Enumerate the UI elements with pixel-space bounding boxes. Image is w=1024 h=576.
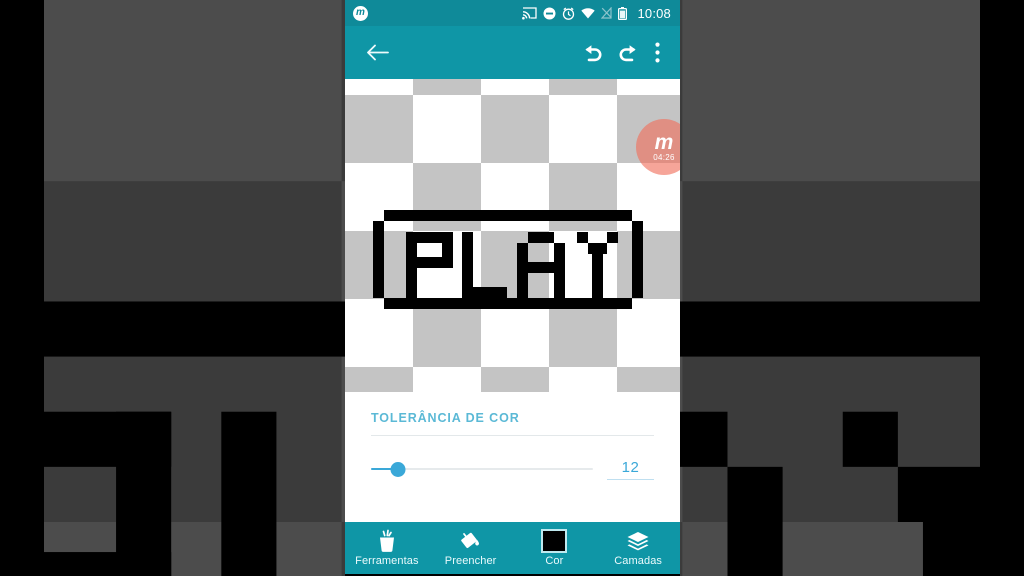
tab-label: Ferramentas — [355, 555, 419, 567]
color-tolerance-panel: TOLERÂNCIA DE COR 12 — [345, 392, 680, 522]
phone-screen: m 10:08 m 04:26 TOLERÂNCIA DE COR 12 Fer… — [345, 0, 680, 576]
redo-icon — [619, 45, 636, 62]
bottom-tab-bar: Ferramentas Preencher Cor Camadas — [345, 522, 680, 574]
tab-preencher[interactable]: Preencher — [429, 522, 513, 574]
tolerance-slider-row: 12 — [371, 458, 654, 480]
status-bar-left: m — [353, 5, 368, 21]
no-signal-icon — [601, 7, 613, 19]
paint-bucket-icon — [459, 529, 483, 553]
tolerance-value-field[interactable]: 12 — [607, 459, 654, 480]
cast-icon — [522, 6, 538, 19]
status-bar-right: 10:08 — [522, 6, 671, 21]
back-arrow-icon — [366, 44, 389, 61]
tools-cup-icon — [375, 529, 399, 553]
undo-icon — [584, 45, 601, 62]
current-color-swatch — [541, 529, 568, 553]
panel-divider — [371, 435, 654, 436]
battery-icon — [618, 6, 628, 20]
drawing-canvas[interactable]: m 04:26 — [345, 79, 680, 392]
redo-button[interactable] — [610, 35, 646, 71]
app-bar — [345, 26, 680, 79]
tolerance-value: 12 — [621, 458, 640, 476]
mobizen-badge-icon: m — [353, 5, 368, 21]
status-bar-clock: 10:08 — [637, 5, 671, 21]
tab-label: Cor — [545, 555, 564, 567]
alarm-icon — [563, 6, 575, 20]
tab-label: Camadas — [614, 555, 663, 567]
tab-label: Preencher — [444, 555, 497, 567]
canvas-artwork — [345, 79, 680, 392]
do-not-disturb-icon — [543, 7, 556, 19]
undo-button[interactable] — [574, 35, 610, 71]
tab-camadas[interactable]: Camadas — [596, 522, 680, 574]
tolerance-value-underline — [607, 478, 654, 480]
tolerance-slider[interactable] — [371, 458, 593, 480]
back-button[interactable] — [359, 35, 395, 71]
more-vertical-icon — [654, 42, 660, 63]
layers-icon — [626, 529, 650, 553]
overflow-menu-button[interactable] — [646, 35, 668, 71]
tab-cor[interactable]: Cor — [513, 522, 597, 574]
tab-ferramentas[interactable]: Ferramentas — [345, 522, 429, 574]
background-left-mask — [0, 0, 44, 576]
slider-thumb[interactable] — [390, 462, 406, 477]
status-bar: m 10:08 — [345, 0, 680, 26]
wifi-icon — [581, 7, 596, 19]
mobizen-watermark-letter: m — [654, 131, 674, 154]
recording-timer: 04:26 — [653, 153, 675, 162]
background-right-mask — [980, 0, 1024, 576]
color-swatch-icon — [541, 529, 568, 553]
screen-recording-frame: m 10:08 m 04:26 TOLERÂNCIA DE COR 12 Fer… — [0, 0, 1024, 576]
panel-title: TOLERÂNCIA DE COR — [371, 411, 520, 425]
